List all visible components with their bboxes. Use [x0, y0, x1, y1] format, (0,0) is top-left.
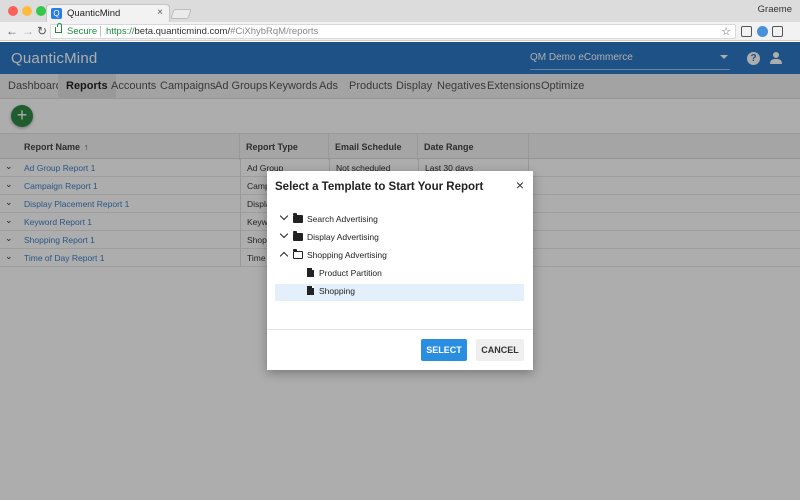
url-text: https://beta.quanticmind.com/#CiXhybRqM/… [106, 26, 319, 37]
folder-icon [293, 213, 303, 223]
tree-item-label: Shopping [319, 286, 355, 296]
template-tree-item[interactable]: Shopping [275, 284, 524, 301]
template-dialog: Select a Template to Start Your Report ×… [267, 171, 533, 370]
tree-item-label: Search Advertising [307, 214, 378, 224]
chevron-down-icon[interactable] [279, 211, 289, 221]
quanticmind-favicon-icon: Q [51, 8, 62, 19]
lock-icon [55, 23, 62, 33]
tree-item-label: Product Partition [319, 268, 382, 278]
template-tree-item[interactable]: Shopping Advertising [275, 248, 524, 265]
folder-open-icon [293, 249, 303, 259]
extension-icon[interactable] [772, 26, 783, 37]
bookmark-star-icon[interactable]: ☆ [721, 25, 731, 38]
dialog-divider [267, 329, 533, 330]
file-icon [307, 286, 314, 295]
tree-item-label: Shopping Advertising [307, 250, 387, 260]
extension-icon[interactable] [757, 26, 768, 37]
chevron-up-icon[interactable] [279, 251, 289, 261]
secure-label: Secure [67, 26, 98, 37]
dialog-title: Select a Template to Start Your Report [275, 181, 484, 193]
extension-icon[interactable] [741, 26, 752, 37]
new-tab-button[interactable] [170, 9, 192, 19]
maximize-window-button[interactable] [36, 6, 46, 16]
select-button[interactable]: SELECT [421, 339, 467, 361]
template-tree-item[interactable]: Product Partition [275, 266, 524, 283]
reload-icon[interactable]: ↻ [37, 23, 47, 39]
tree-item-label: Display Advertising [307, 232, 379, 242]
close-icon[interactable]: × [516, 178, 524, 192]
browser-titlebar: Q QuanticMind × Graeme [0, 0, 800, 22]
close-window-button[interactable] [8, 6, 18, 16]
template-tree-item[interactable]: Display Advertising [275, 229, 524, 247]
tab-close-icon[interactable]: × [157, 7, 163, 18]
chevron-down-icon[interactable] [279, 229, 289, 239]
minimize-window-button[interactable] [22, 6, 32, 16]
browser-tab[interactable]: Q QuanticMind × [46, 4, 170, 22]
folder-icon [293, 231, 303, 241]
browser-profile-name[interactable]: Graeme [758, 4, 792, 15]
address-bar[interactable]: Secure | https://beta.quanticmind.com/#C… [50, 23, 736, 39]
file-icon [307, 268, 314, 277]
forward-arrow-icon[interactable]: → [22, 23, 34, 39]
cancel-button[interactable]: CANCEL [476, 339, 524, 361]
url-separator: | [99, 25, 102, 37]
browser-toolbar: ← → ↻ Secure | https://beta.quanticmind.… [0, 22, 800, 54]
back-arrow-icon[interactable]: ← [6, 23, 18, 39]
tab-title: QuanticMind [67, 8, 121, 19]
template-tree-item[interactable]: Search Advertising [275, 211, 524, 229]
